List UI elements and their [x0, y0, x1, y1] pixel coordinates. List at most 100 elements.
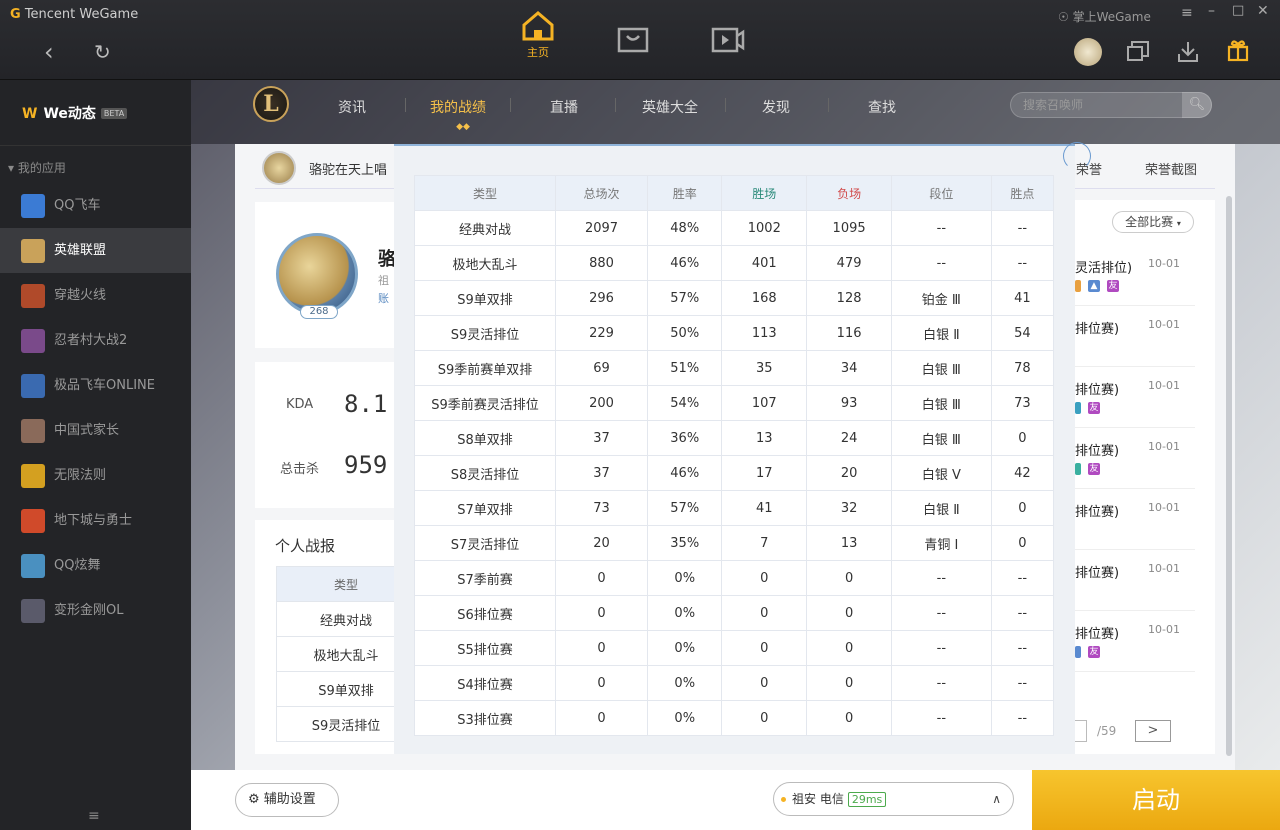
profile-server: 祖	[378, 274, 389, 287]
status-dot	[781, 797, 786, 802]
nav-tab[interactable]: 发现	[762, 97, 790, 117]
table-row[interactable]: S9单双排	[276, 671, 396, 707]
mobile-wegame-link[interactable]: ☉ 掌上WeGame	[1058, 8, 1151, 25]
table-row: S9季前赛单双排 69 51% 35 34 白银 Ⅲ 78	[414, 350, 1055, 386]
sidebar-item-app[interactable]: 地下城与勇士	[0, 498, 191, 543]
stats-cell: 白银 Ⅴ	[890, 455, 992, 491]
nav-tab[interactable]: 英雄大全	[642, 97, 698, 117]
sidebar-item-label: QQ飞车	[54, 198, 101, 213]
stats-cell: 0	[806, 560, 892, 596]
table-row: S9灵活排位 229 50% 113 116 白银 Ⅱ 54	[414, 315, 1055, 351]
stats-cell: S7灵活排位	[414, 525, 556, 561]
menu-icon[interactable]: ≡	[1181, 5, 1193, 21]
store-icon[interactable]	[617, 27, 649, 53]
stats-header-cell[interactable]: 段位	[890, 175, 992, 211]
sidebar-item-app[interactable]: 穿越火线	[0, 273, 191, 318]
summary-card	[255, 362, 395, 508]
nav-tab[interactable]: 资讯	[338, 97, 366, 117]
honor-screenshot-tab[interactable]: 荣誉截图	[1145, 159, 1197, 178]
stats-cell: S9灵活排位	[414, 315, 556, 351]
stats-header-cell[interactable]: 总场次	[554, 175, 649, 211]
tab-home[interactable]: 主页	[510, 10, 566, 60]
sidebar-item-app[interactable]: 中国式家长	[0, 408, 191, 453]
stats-cell: --	[890, 560, 992, 596]
sidebar-item-app[interactable]: 极品飞车ONLINE	[0, 363, 191, 408]
table-row[interactable]: 经典对战	[276, 601, 396, 637]
stats-cell: --	[890, 630, 992, 666]
stats-header-cell[interactable]: 胜场	[721, 175, 808, 211]
next-page-button[interactable]: >	[1135, 720, 1171, 742]
minimize-icon[interactable]: –	[1208, 3, 1215, 19]
video-icon[interactable]	[711, 27, 745, 53]
nav-tab[interactable]: 直播	[550, 97, 578, 117]
stats-cell: 32	[806, 490, 892, 526]
refresh-icon[interactable]: ↻	[94, 40, 111, 64]
stats-cell: 0	[554, 560, 649, 596]
profile-account-link[interactable]: 账	[378, 290, 389, 306]
table-row[interactable]: S9灵活排位	[276, 706, 396, 742]
stats-cell: 479	[806, 245, 892, 281]
table-row[interactable]: 极地大乱斗	[276, 636, 396, 672]
sidebar-menu-icon[interactable]: ≡	[88, 808, 100, 824]
stats-cell: 93	[806, 385, 892, 421]
stats-cell: 白银 Ⅲ	[890, 420, 992, 456]
search-icon[interactable]: 🔍︎	[1182, 92, 1212, 118]
table-row: 极地大乱斗 880 46% 401 479 -- --	[414, 245, 1055, 281]
sidebar-item-app[interactable]: 忍者村大战2	[0, 318, 191, 363]
match-filter-dropdown[interactable]: 全部比赛 ▾	[1112, 211, 1194, 233]
sidebar-item-app[interactable]: QQ炫舞	[0, 543, 191, 588]
stats-cell: 17	[721, 455, 808, 491]
sidebar-item-app[interactable]: 变形金刚OL	[0, 588, 191, 633]
stats-cell: 0%	[647, 700, 723, 736]
app-icon	[21, 329, 45, 353]
launch-button[interactable]: 启动	[1032, 770, 1280, 830]
table-row: S5排位赛 0 0% 0 0 -- --	[414, 630, 1055, 666]
kda-label: KDA	[286, 397, 314, 412]
nav-tab[interactable]: 我的战绩	[430, 97, 486, 117]
close-icon[interactable]: ✕	[1257, 3, 1269, 19]
stats-cell: --	[990, 595, 1055, 631]
chevron-down-icon: ▾	[1176, 219, 1181, 228]
stats-cell: 113	[721, 315, 808, 351]
assist-settings-button[interactable]: ⚙ 辅助设置	[235, 783, 339, 817]
stats-cell: 50%	[647, 315, 723, 351]
table-row: S9单双排 296 57% 168 128 铂金 Ⅲ 41	[414, 280, 1055, 316]
lol-logo[interactable]: L	[253, 86, 289, 122]
stats-header-cell[interactable]: 胜点	[990, 175, 1055, 211]
sidebar-item-label: 英雄联盟	[54, 243, 107, 258]
chat-icon[interactable]	[1126, 40, 1150, 64]
we-dynamic-link[interactable]: W We动态 BETA	[0, 94, 191, 134]
stats-cell: 54	[990, 315, 1055, 351]
scrollbar[interactable]	[1226, 196, 1232, 756]
nav-tab[interactable]: 查找	[868, 97, 896, 117]
stats-header-cell[interactable]: 类型	[414, 175, 556, 211]
match-tag	[1075, 402, 1081, 414]
server-selector[interactable]: 祖安 电信 29ms ∧	[773, 782, 1014, 816]
stats-header-cell[interactable]: 负场	[806, 175, 892, 211]
app-icon	[21, 599, 45, 623]
my-apps-header[interactable]: ▾ 我的应用	[8, 159, 66, 176]
stats-cell: 1002	[721, 210, 808, 246]
back-icon[interactable]: ‹	[44, 40, 54, 64]
match-title: 排位赛)	[1075, 444, 1120, 459]
user-avatar[interactable]	[1074, 38, 1102, 66]
sidebar-item-app[interactable]: QQ飞车	[0, 183, 191, 228]
page-input[interactable]	[1075, 720, 1087, 742]
stats-cell: 69	[554, 350, 649, 386]
stats-cell: --	[990, 665, 1055, 701]
player-avatar[interactable]	[262, 151, 296, 185]
sidebar-item-app[interactable]: 英雄联盟	[0, 228, 191, 273]
stats-header-cell[interactable]: 胜率	[647, 175, 723, 211]
stats-cell: --	[990, 560, 1055, 596]
stats-cell: --	[890, 700, 992, 736]
match-tag	[1075, 463, 1081, 475]
sidebar-item-app[interactable]: 无限法则	[0, 453, 191, 498]
profile-avatar[interactable]	[276, 233, 358, 315]
stats-cell: 0	[554, 630, 649, 666]
stats-cell: 200	[554, 385, 649, 421]
stats-cell: --	[890, 245, 992, 281]
maximize-icon[interactable]: □	[1232, 3, 1244, 18]
gift-icon[interactable]	[1226, 38, 1250, 62]
download-icon[interactable]	[1176, 40, 1200, 64]
stats-cell: 296	[554, 280, 649, 316]
